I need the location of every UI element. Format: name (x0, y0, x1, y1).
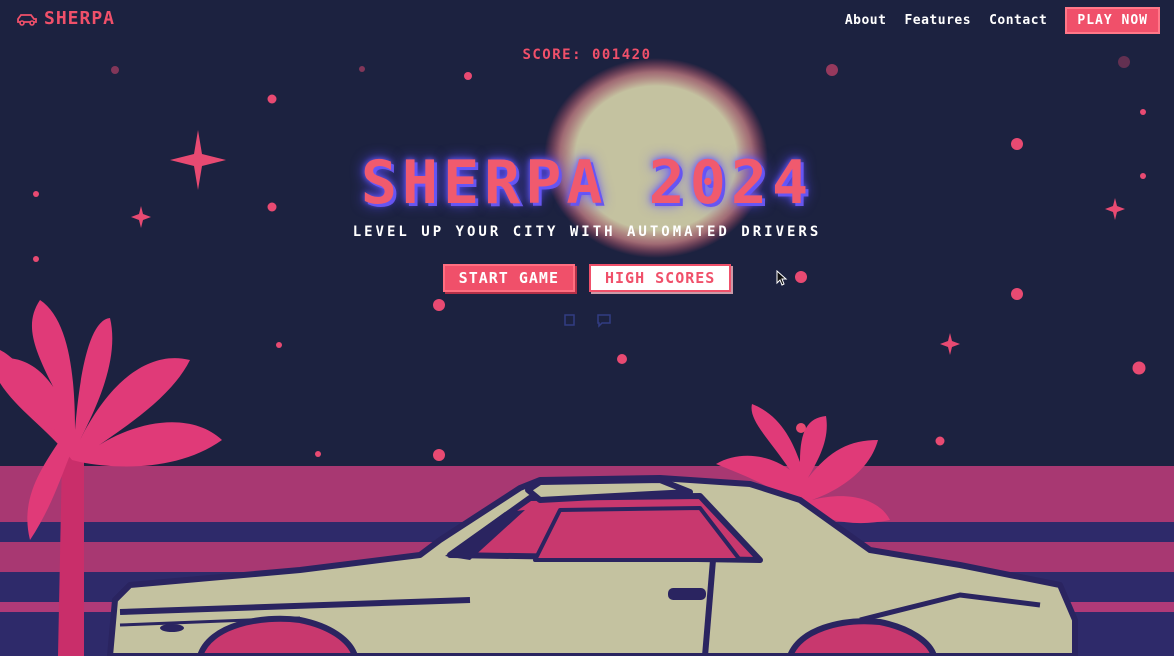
copy-icon (564, 314, 575, 326)
comment-icon (597, 314, 611, 328)
score-display: SCORE: 001420 (522, 47, 652, 63)
mouse-cursor-icon (776, 270, 788, 286)
hero-title: SHERPA 2024 (360, 148, 814, 218)
high-scores-button[interactable]: HIGH SCORES (588, 264, 732, 292)
brand-logo[interactable]: SHERPA (16, 8, 115, 29)
play-now-button[interactable]: PLAY NOW (1065, 7, 1160, 34)
car-icon (17, 13, 37, 26)
faint-icons (562, 312, 612, 328)
hero-actions: START GAME HIGH SCORES (0, 264, 1174, 292)
nav-link-features[interactable]: Features (904, 13, 971, 28)
start-game-button[interactable]: START GAME (442, 264, 575, 292)
background-scene (0, 0, 1174, 656)
top-nav: About Features Contact PLAY NOW (845, 7, 1160, 34)
hero-tagline: LEVEL UP YOUR CITY WITH AUTOMATED DRIVER… (352, 224, 822, 240)
nav-link-about[interactable]: About (845, 13, 887, 28)
brand-name: SHERPA (44, 8, 116, 29)
nav-link-contact[interactable]: Contact (989, 13, 1047, 28)
